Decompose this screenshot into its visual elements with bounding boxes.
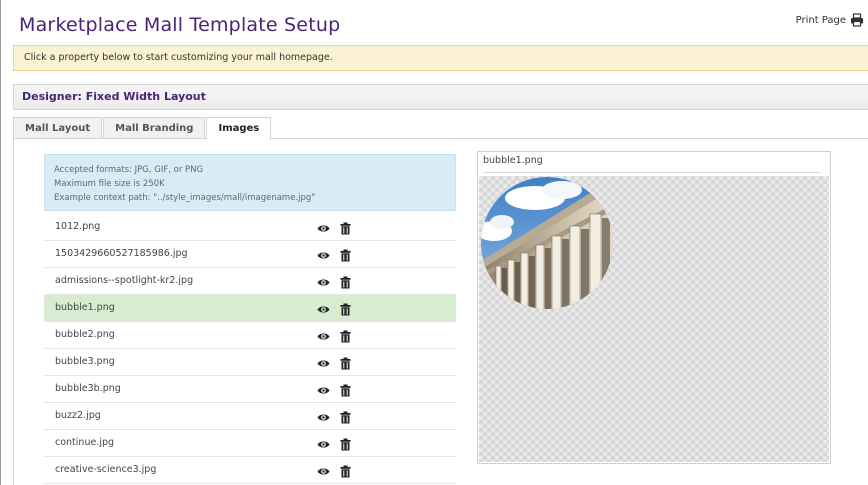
file-row[interactable]: admissions--spotlight-kr2.jpg [44,268,456,295]
page-title: Marketplace Mall Template Setup [19,14,341,36]
preview-title: bubble1.png [483,155,543,166]
file-row[interactable]: bubble3.png [44,349,456,376]
eye-icon[interactable] [317,355,330,368]
eye-icon[interactable] [317,220,330,233]
file-row[interactable]: buzz2.jpg [44,403,456,430]
eye-icon[interactable] [317,382,330,395]
trash-icon[interactable] [339,463,352,478]
preview-image [481,177,613,309]
page: Marketplace Mall Template Setup Print Pa… [0,0,868,485]
image-preview-panel: bubble1.png [477,151,831,464]
designer-header: Designer: Fixed Width Layout [13,84,868,110]
tab-images[interactable]: Images [206,117,272,140]
upload-info-box: Accepted formats: JPG, GIF, or PNG Maxim… [44,154,456,211]
trash-icon[interactable] [339,220,352,235]
eye-icon[interactable] [317,409,330,422]
accepted-formats-text: Accepted formats: JPG, GIF, or PNG [54,165,204,175]
file-name: buzz2.jpg [55,410,101,421]
file-row[interactable]: creative-science3.jpg [44,457,456,484]
trash-icon[interactable] [339,382,352,397]
file-row[interactable]: bubble3b.png [44,376,456,403]
print-page-label: Print Page [795,14,846,26]
file-name: bubble2.png [55,329,115,340]
eye-icon[interactable] [317,274,330,287]
file-name: 1012.png [55,221,101,232]
eye-icon[interactable] [317,463,330,476]
eye-icon[interactable] [317,247,330,260]
file-row[interactable]: 1503429660527185986.jpg [44,241,456,268]
eye-icon[interactable] [317,301,330,314]
trash-icon[interactable] [339,247,352,262]
file-row-selected[interactable]: bubble1.png [44,295,456,322]
trash-icon[interactable] [339,301,352,316]
file-row[interactable]: bubble2.png [44,322,456,349]
printer-icon [850,13,864,27]
file-name: bubble3b.png [55,383,121,394]
context-path-text: Example context path: "../style_images/m… [54,193,316,203]
file-name: bubble3.png [55,356,115,367]
trash-icon[interactable] [339,436,352,451]
file-name: continue.jpg [55,437,115,448]
image-file-list: 1012.png 1503429660527185986.jpg admissi… [44,214,456,484]
file-name: admissions--spotlight-kr2.jpg [55,275,194,286]
file-name: bubble1.png [55,302,115,313]
transparency-background [479,176,829,462]
max-file-size-text: Maximum file size is 250K [54,179,165,189]
tab-bar: Mall Layout Mall Branding Images [13,117,272,140]
eye-icon[interactable] [317,328,330,341]
file-row[interactable]: 1012.png [44,214,456,241]
print-page-link[interactable]: Print Page [796,13,864,27]
trash-icon[interactable] [339,328,352,343]
instruction-notice: Click a property below to start customiz… [13,45,868,71]
file-name: 1503429660527185986.jpg [55,248,188,259]
trash-icon[interactable] [339,274,352,289]
preview-divider [483,172,821,173]
tab-mall-layout[interactable]: Mall Layout [13,117,103,139]
trash-icon[interactable] [339,409,352,424]
trash-icon[interactable] [339,355,352,370]
file-row[interactable]: continue.jpg [44,430,456,457]
file-name: creative-science3.jpg [55,464,157,475]
eye-icon[interactable] [317,436,330,449]
tab-mall-branding[interactable]: Mall Branding [103,117,206,139]
